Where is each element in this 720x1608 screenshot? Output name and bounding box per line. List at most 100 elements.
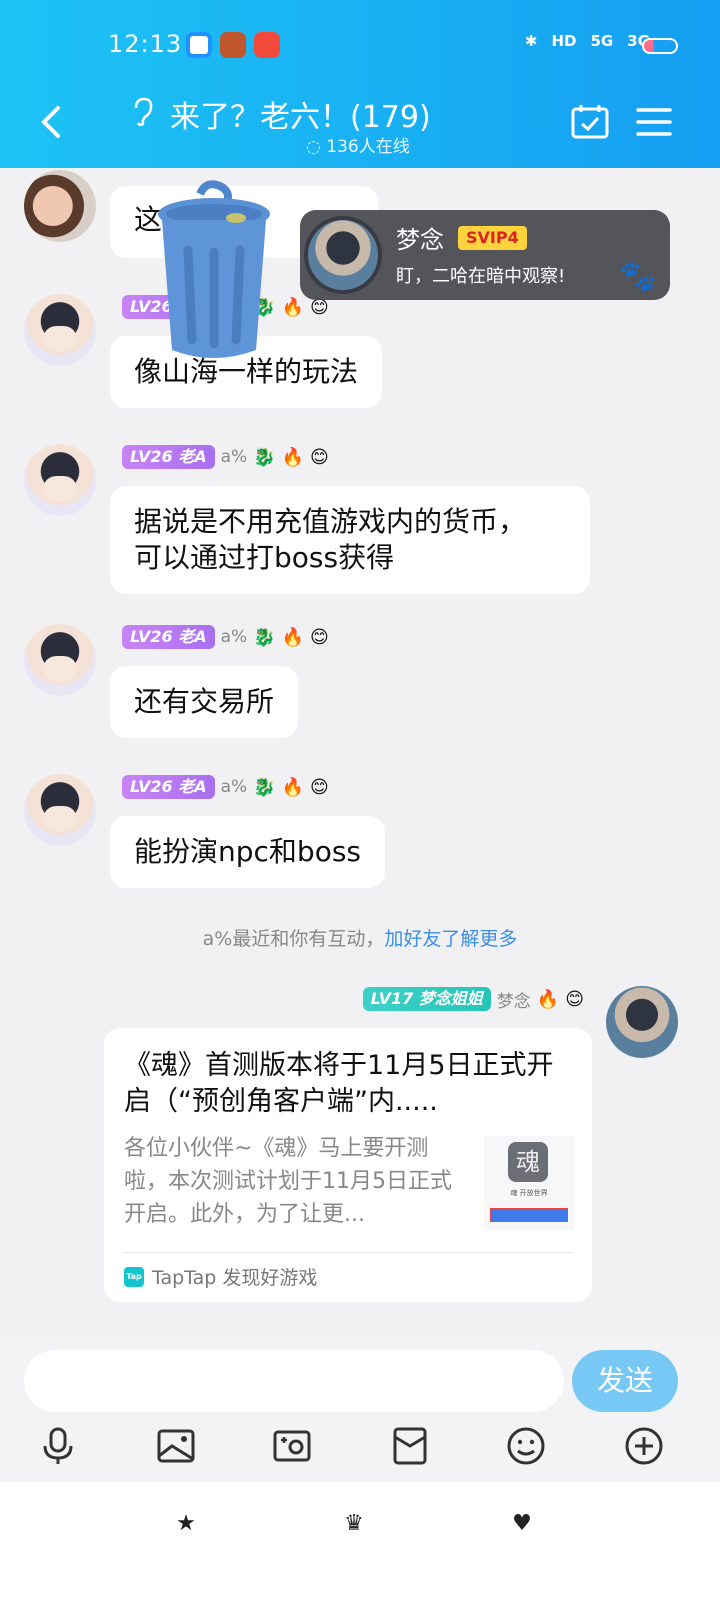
toast-name: 梦念 (396, 226, 444, 254)
sender-meta: LV26 老A a% 🐉 🔥 😊 (122, 444, 329, 470)
image-icon (157, 1429, 195, 1463)
heart-icon[interactable]: ♥ (510, 1512, 534, 1536)
card-source-text: TapTap 发现好游戏 (152, 1267, 318, 1289)
fire-icon: 🔥 (281, 776, 305, 798)
ear-icon (130, 96, 156, 135)
online-count: ◌ 136人在线 (306, 137, 410, 157)
online-text: 136人在线 (326, 137, 410, 157)
status-indicators: ✱ HD 5G 3G (525, 32, 650, 50)
header-bar: 12:13 ✱ HD 5G 3G 来了？老六！(179) ◌ 136人在线 (0, 0, 720, 168)
interaction-hint: a%最近和你有互动，加好友了解更多 (0, 924, 720, 951)
thumb-button (490, 1208, 568, 1222)
svip-badge: SVIP4 (458, 226, 527, 250)
dragon-icon: 🐉 (253, 626, 276, 648)
paw-icon: 🐾 (618, 259, 656, 294)
dragon-icon: 🐉 (253, 446, 276, 468)
thumb-caption: 魂 开放世界 (510, 1189, 548, 1197)
plus-circle-icon (625, 1427, 663, 1465)
smile-badge-icon: 😊 (565, 988, 584, 1010)
avatar[interactable] (24, 444, 96, 516)
message-bubble[interactable]: 能扮演npc和boss (110, 816, 385, 888)
level-badge: LV26 老A (122, 775, 215, 799)
avatar-face (44, 476, 76, 502)
red-packet-icon (393, 1427, 427, 1465)
card-description: 各位小伙伴~《魂》马上要开测啦，本次测试计划于11月5日正式开启。此外，为了让更… (124, 1136, 452, 1227)
message-input[interactable] (24, 1350, 564, 1412)
hd-label: HD (551, 32, 577, 50)
message-bubble[interactable]: 还有交易所 (110, 666, 299, 738)
battery-icon (642, 38, 678, 54)
fire-icon: 🔥 (281, 296, 305, 318)
fire-icon: 🔥 (281, 446, 305, 468)
avatar[interactable] (24, 170, 96, 242)
card-thumbnail: 魂 魂 开放世界 (484, 1136, 574, 1230)
status-time: 12:13 (108, 30, 183, 58)
trash-can-sticker-icon[interactable] (148, 180, 280, 370)
taptap-icon: Tap (124, 1266, 144, 1287)
bluetooth-icon: ✱ (524, 32, 538, 50)
sender-meta: LV26 老A a% 🐉 🔥 😊 (122, 624, 329, 650)
group-title-area[interactable]: 来了？老六！(179) ◌ 136人在线 (130, 90, 510, 160)
microphone-icon (43, 1427, 73, 1464)
fire-icon: 🔥 (536, 988, 560, 1010)
own-sender-meta: LV17 梦念姐姐 梦念 🔥 😊 (362, 986, 584, 1012)
avatar[interactable] (24, 774, 96, 846)
avatar-face (44, 326, 76, 352)
calendar-check-icon (571, 105, 609, 139)
sender-meta: LV26 老A a% 🐉 🔥 😊 (122, 774, 329, 800)
entrance-toast[interactable]: 梦念 SVIP4 盯，二哈在暗中观察! 🐾 (300, 210, 670, 300)
camera-icon (273, 1430, 311, 1462)
sender-nick: a% (220, 777, 248, 797)
shared-link-card[interactable]: 《魂》首测版本将于11月5日正式开启（“预创角客户端”内..... 各位小伙伴~… (104, 1028, 592, 1302)
sender-nick: a% (220, 447, 248, 467)
avatar-face (44, 806, 76, 832)
shop-app-icon (254, 32, 280, 58)
red-packet-button[interactable] (390, 1426, 430, 1466)
status-bar: 12:13 ✱ HD 5G 3G (0, 0, 720, 90)
smile-badge-icon: 😊 (310, 626, 329, 648)
avatar[interactable] (24, 624, 96, 696)
menu-icon (636, 108, 672, 136)
avatar-face (44, 656, 76, 682)
message-line: 据说是不用充值游戏内的货币， (134, 505, 527, 538)
image-button[interactable] (156, 1426, 196, 1466)
level-badge: LV26 老A (122, 445, 215, 469)
message-text: 能扮演npc和boss (134, 835, 361, 868)
chevron-left-icon (41, 106, 60, 138)
card-divider (124, 1252, 572, 1253)
avatar[interactable] (24, 294, 96, 366)
sender-nick: a% (220, 627, 248, 647)
fire-icon: 🔥 (281, 626, 305, 648)
signal-5g: 5G (590, 32, 614, 50)
level-badge: LV17 梦念姐姐 (362, 987, 491, 1011)
smile-badge-icon: 😊 (310, 446, 329, 468)
calendar-button[interactable] (570, 102, 610, 142)
menu-button[interactable] (634, 102, 674, 142)
star-icon[interactable]: ★ (174, 1512, 198, 1536)
toast-message: 盯，二哈在暗中观察! (396, 266, 566, 287)
game-app-icon (220, 32, 246, 58)
back-button[interactable] (34, 102, 70, 142)
voice-button[interactable] (38, 1426, 78, 1466)
dragon-icon: 🐉 (253, 776, 276, 798)
message-line: 可以通过打boss获得 (134, 541, 395, 574)
game-logo: 魂 (508, 1142, 548, 1182)
card-title: 《魂》首测版本将于11月5日正式开启（“预创角客户端”内..... (124, 1050, 554, 1117)
bottom-nav: ★ ♛ ♥ (0, 1482, 720, 1608)
sender-nick: 梦念 (496, 991, 531, 1012)
own-avatar[interactable] (606, 986, 678, 1058)
send-button[interactable]: 发送 (572, 1350, 678, 1412)
smile-badge-icon: 😊 (310, 776, 329, 798)
hint-text: a%最近和你有互动， (202, 928, 385, 950)
message-bubble[interactable]: 据说是不用充值游戏内的货币， 可以通过打boss获得 (110, 486, 590, 594)
smile-icon (507, 1427, 545, 1465)
emoji-button[interactable] (506, 1426, 546, 1466)
camera-button[interactable] (272, 1426, 312, 1466)
level-badge: LV26 老A (122, 625, 215, 649)
toast-avatar (304, 216, 382, 294)
input-bar: 发送 (0, 1334, 720, 1482)
more-button[interactable] (624, 1426, 664, 1466)
add-friend-link[interactable]: 加好友了解更多 (384, 928, 517, 950)
crown-icon[interactable]: ♛ (342, 1512, 366, 1536)
group-title: 来了？老六！(179) (170, 100, 431, 135)
